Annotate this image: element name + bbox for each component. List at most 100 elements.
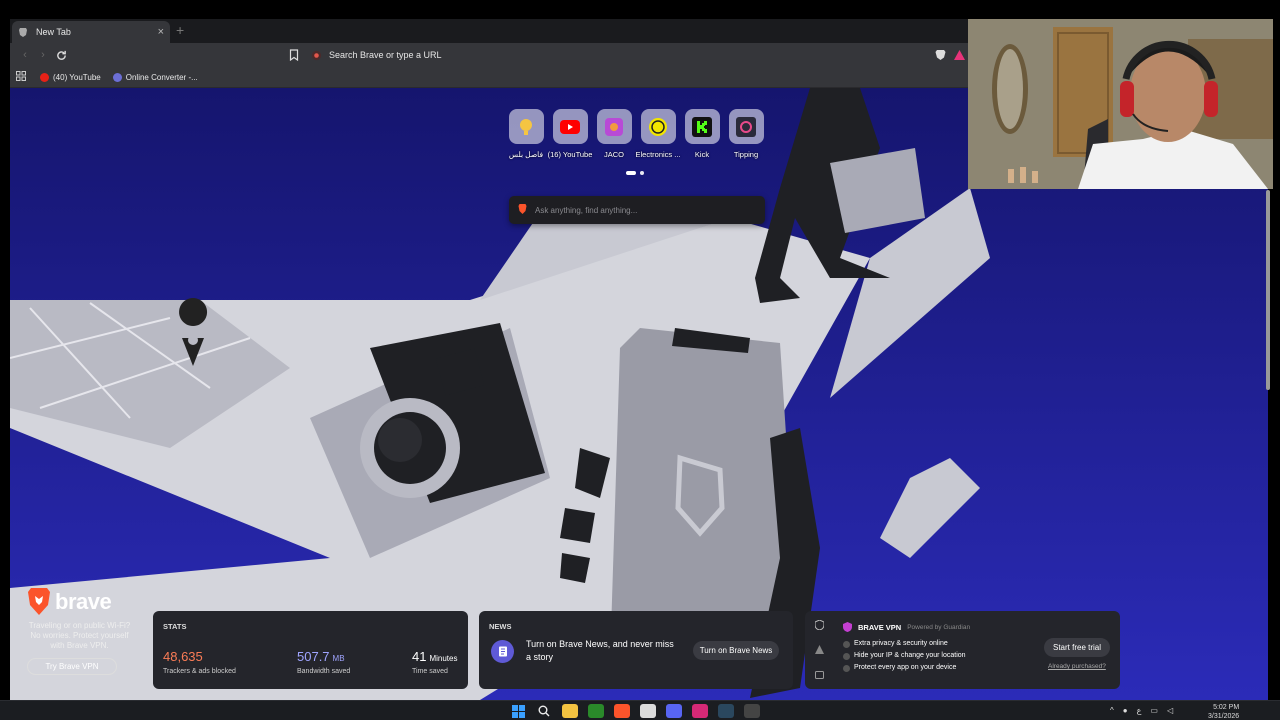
top-site-label: Kick	[694, 150, 710, 159]
vpn-feature-text: Protect every app on your device	[854, 664, 957, 671]
tab-new-tab[interactable]: New Tab ×	[12, 21, 170, 43]
top-site-label: (16) YouTube	[547, 150, 593, 159]
bookmark-icon[interactable]	[289, 48, 299, 66]
check-icon	[843, 664, 850, 672]
brave-browser-icon[interactable]	[614, 704, 630, 718]
pager-dot-active[interactable]	[626, 171, 636, 175]
bookmark-label: (40) YouTube	[53, 72, 101, 82]
top-sites-pager[interactable]	[626, 171, 644, 175]
address-bar-placeholder: Search Brave or type a URL	[329, 50, 442, 60]
top-site-label: JACO	[603, 150, 624, 159]
vpn-card: BRAVE VPN Powered by Guardian Extra priv…	[805, 611, 1120, 689]
brave-search-icon	[310, 49, 322, 61]
xbox-icon[interactable]	[588, 704, 604, 718]
new-tab-button[interactable]: +	[176, 22, 184, 38]
vpn-title: BRAVE VPN	[858, 622, 902, 632]
news-icon	[491, 640, 514, 663]
bookmark-label: Online Converter -...	[125, 72, 198, 82]
instagram-icon[interactable]	[692, 704, 708, 718]
language-indicator[interactable]: ع	[1137, 706, 1142, 715]
back-icon[interactable]: ‹	[16, 46, 34, 64]
check-icon	[843, 652, 850, 660]
vpn-feature-text: Hide your IP & change your location	[854, 652, 966, 659]
stat-unit: MB	[332, 654, 345, 663]
apps-grid-icon[interactable]	[16, 71, 26, 83]
bookmark-online-converter[interactable]: Online Converter -...	[112, 72, 198, 82]
turn-on-brave-news-button[interactable]: Turn on Brave News	[693, 641, 779, 660]
stat-trackers: 48,635 Trackers & ads blocked	[163, 649, 236, 675]
tab-close-icon[interactable]: ×	[158, 26, 164, 38]
vpn-feature: Protect every app on your device	[843, 662, 966, 674]
top-site-label: Tipping	[733, 150, 759, 159]
volume-icon[interactable]: ◁	[1167, 706, 1173, 715]
page-scrollbar[interactable]	[1266, 190, 1270, 390]
news-story-text: Turn on Brave News, and never miss a sto…	[526, 639, 674, 662]
vpn-powered-by: Powered by Guardian	[907, 623, 971, 631]
stats-card: STATS 48,635 Trackers & ads blocked 507.…	[153, 611, 468, 689]
top-site-electronics[interactable]: Electronics ...	[636, 109, 681, 159]
youtube-icon	[40, 72, 49, 82]
system-tray: ^ ● ع ▭ ◁	[1110, 706, 1173, 715]
start-free-trial-button[interactable]: Start free trial	[1044, 638, 1110, 657]
bookmark-youtube[interactable]: (40) YouTube	[40, 72, 101, 82]
forward-icon[interactable]: ›	[34, 46, 52, 64]
file-explorer-icon[interactable]	[562, 704, 578, 718]
vpn-card-icon[interactable]	[815, 671, 824, 679]
top-site-label: فاصل بلس	[508, 150, 544, 159]
vpn-shield-icon[interactable]	[815, 620, 824, 630]
brave-logo-icon	[518, 204, 527, 216]
chevron-up-icon[interactable]: ^	[1110, 706, 1114, 715]
windows-start-icon[interactable]	[510, 704, 526, 718]
check-icon	[843, 640, 850, 648]
microphone-icon[interactable]: ●	[1123, 706, 1128, 715]
brave-shields-icon[interactable]	[935, 48, 946, 66]
stat-unit: Minutes	[429, 654, 458, 663]
brave-rewards-icon[interactable]	[954, 48, 965, 66]
stat-value: 41	[412, 649, 427, 664]
vpn-feature-text: Extra privacy & security online	[854, 640, 948, 647]
brave-promo: brave Traveling or on public Wi-Fi? No w…	[27, 588, 132, 675]
search-placeholder: Ask anything, find anything...	[535, 205, 638, 215]
news-title: NEWS	[489, 622, 512, 631]
taskbar-apps	[510, 704, 760, 718]
stat-desc: Time saved	[412, 668, 448, 675]
top-site-tipping[interactable]: Tipping	[728, 109, 764, 159]
steam-icon[interactable]	[718, 704, 734, 718]
lightbulb-icon	[508, 109, 544, 144]
search-icon[interactable]	[536, 704, 552, 718]
top-site-kick[interactable]: Kick	[684, 109, 720, 159]
top-site-youtube[interactable]: (16) YouTube	[548, 109, 592, 159]
vpn-warning-icon[interactable]	[815, 645, 824, 654]
clock-date: 3/31/2026	[1208, 713, 1240, 720]
stat-desc: Trackers & ads blocked	[163, 668, 236, 675]
search-box[interactable]: Ask anything, find anything...	[509, 196, 765, 224]
pager-dot[interactable]	[640, 171, 644, 175]
reload-icon[interactable]	[52, 46, 70, 64]
vpn-feature: Hide your IP & change your location	[843, 650, 966, 662]
vpn-header: BRAVE VPN Powered by Guardian	[843, 622, 970, 632]
already-purchased-link[interactable]: Already purchased?	[1048, 663, 1106, 670]
tipping-icon	[728, 109, 764, 144]
top-site-jaco[interactable]: JACO	[596, 109, 632, 159]
kick-icon	[684, 109, 720, 144]
try-brave-vpn-button[interactable]: Try Brave VPN	[27, 658, 117, 675]
stat-value: 48,635	[163, 649, 203, 664]
youtube-icon	[552, 109, 588, 144]
converter-icon	[112, 72, 122, 82]
top-site-faselplus[interactable]: فاصل بلس	[508, 109, 544, 159]
discord-icon[interactable]	[666, 704, 682, 718]
tab-title: New Tab	[36, 27, 71, 37]
brave-logo: brave	[27, 588, 132, 615]
brave-lion-icon	[28, 588, 50, 615]
webcam-overlay	[968, 19, 1273, 189]
taskbar-clock[interactable]: 5:02 PM 3/31/2026	[1208, 703, 1239, 720]
webcam-image	[968, 19, 1273, 189]
address-bar[interactable]: Search Brave or type a URL	[310, 46, 950, 64]
display-icon[interactable]: ▭	[1150, 706, 1158, 715]
store-icon[interactable]	[640, 704, 656, 718]
top-site-label: Electronics ...	[635, 150, 681, 159]
jaco-icon	[596, 109, 632, 144]
app-icon[interactable]	[744, 704, 760, 718]
taskbar: ^ ● ع ▭ ◁ 5:02 PM 3/31/2026	[0, 700, 1280, 720]
stat-desc: Bandwidth saved	[297, 668, 351, 675]
